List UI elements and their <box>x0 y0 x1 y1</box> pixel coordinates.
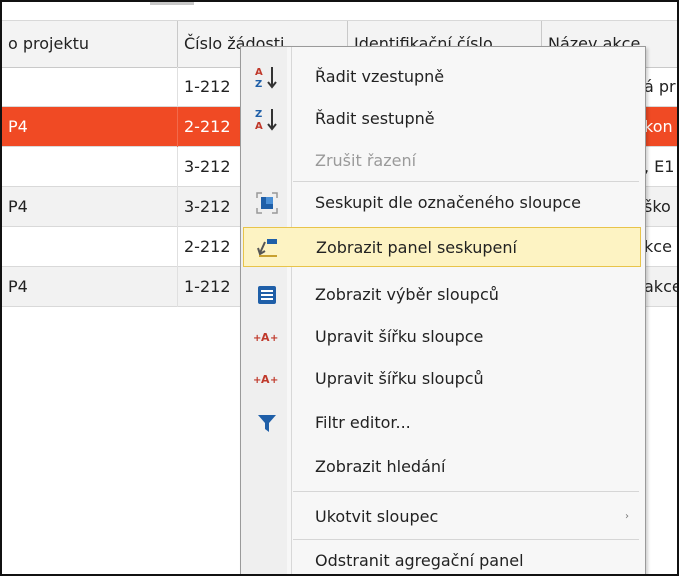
menu-item-label: Upravit šířku sloupce <box>315 327 484 346</box>
menu-item-label: Seskupit dle označeného sloupce <box>315 193 582 212</box>
svg-text:A: A <box>255 121 263 132</box>
menu-item-filter-editor[interactable]: Filtr editor... <box>243 403 641 443</box>
group-by-column-icon <box>243 183 291 223</box>
group-panel-icon <box>244 228 292 268</box>
best-fit-columns-icon: + A + <box>243 359 291 399</box>
svg-text:+: + <box>270 375 278 386</box>
menu-item-label: Ukotvit sloupec <box>315 507 439 526</box>
menu-item-label: Řadit vzestupně <box>315 67 445 86</box>
svg-text:Z: Z <box>255 109 262 120</box>
menu-separator <box>293 491 639 492</box>
menu-item-label: Zobrazit panel seskupení <box>316 238 517 257</box>
sort-ascending-icon: A Z <box>243 57 291 97</box>
menu-item-label: Řadit sestupně <box>315 109 435 128</box>
cell-project: P4 <box>2 267 178 307</box>
menu-item-remove-aggregate-panel[interactable]: Odstranit agregační panel <box>243 541 641 574</box>
column-chooser-icon <box>243 275 291 315</box>
filter-icon <box>243 403 291 443</box>
menu-separator <box>293 539 639 540</box>
menu-item-label: Upravit šířku sloupců <box>315 369 484 388</box>
column-header-project[interactable]: o projektu <box>2 21 178 67</box>
menu-item-label: Zobrazit výběr sloupců <box>315 285 499 304</box>
svg-text:+: + <box>270 333 278 344</box>
cell-project: P4 <box>2 107 178 147</box>
menu-item-label: Zrušit řazení <box>315 151 417 170</box>
sort-descending-icon: Z A <box>243 99 291 139</box>
menu-separator <box>293 181 639 182</box>
scroll-marker <box>150 2 194 5</box>
cell-project <box>2 147 178 187</box>
menu-item-label: Odstranit agregační panel <box>315 551 524 570</box>
menu-item-best-fit-columns[interactable]: + A + Upravit šířku sloupců <box>243 359 641 399</box>
cell-project <box>2 67 178 107</box>
top-strip <box>2 2 677 20</box>
menu-item-clear-sorting[interactable]: Zrušit řazení <box>243 141 641 181</box>
grid-window: o projektu Číslo žádosti Identifikační č… <box>0 0 679 576</box>
menu-item-sort-ascending[interactable]: A Z Řadit vzestupně <box>243 57 641 97</box>
menu-item-pin-column[interactable]: Ukotvit sloupec › <box>243 497 641 537</box>
cell-project: P4 <box>2 187 178 227</box>
menu-item-best-fit-column[interactable]: + A + Upravit šířku sloupce <box>243 317 641 357</box>
menu-item-label: Filtr editor... <box>315 413 411 432</box>
svg-text:A: A <box>255 67 263 78</box>
best-fit-column-icon: + A + <box>243 317 291 357</box>
menu-item-show-search[interactable]: Zobrazit hledání <box>243 447 641 487</box>
svg-text:A: A <box>261 373 270 386</box>
submenu-arrow-icon: › <box>625 511 629 522</box>
svg-text:Z: Z <box>255 79 262 90</box>
menu-item-label: Zobrazit hledání <box>315 457 446 476</box>
menu-item-show-group-panel[interactable]: Zobrazit panel seskupení <box>243 227 641 267</box>
menu-item-sort-descending[interactable]: Z A Řadit sestupně <box>243 99 641 139</box>
cell-project <box>2 227 178 267</box>
column-context-menu: A Z Řadit vzestupně Z A Řadit sestupně Z… <box>240 46 646 574</box>
menu-item-group-by-column[interactable]: Seskupit dle označeného sloupce <box>243 183 641 223</box>
svg-text:A: A <box>261 331 270 344</box>
menu-item-show-column-chooser[interactable]: Zobrazit výběr sloupců <box>243 275 641 315</box>
